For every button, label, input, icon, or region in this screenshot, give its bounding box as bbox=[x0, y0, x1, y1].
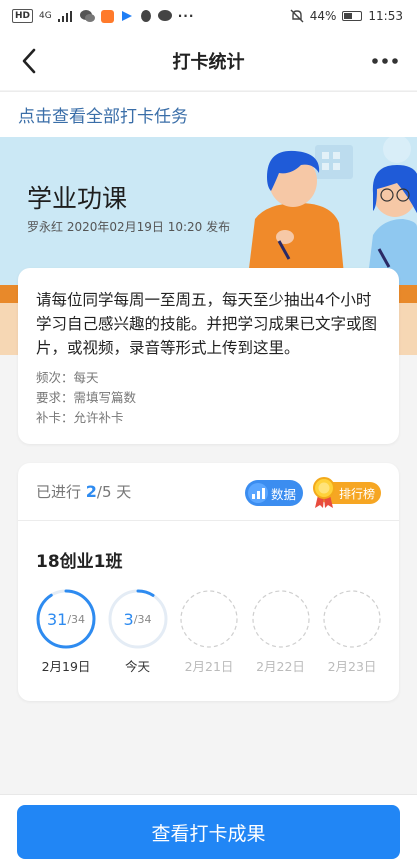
day-count-total: /34 bbox=[67, 612, 86, 626]
task-banner: 学业功课 罗永红 2020年02月19日 10:20 发布 bbox=[0, 137, 417, 285]
day-4[interactable]: 2月22日 bbox=[251, 589, 311, 675]
students-illustration bbox=[247, 137, 417, 285]
page: HD 4G ··· 44% 11:53 打卡统计 点击查看全部打卡任务 学业功课… bbox=[0, 0, 417, 866]
task-description: 请每位同学每周一至周五，每天至少抽出4个小时学习自己感兴趣的技能。并把学习成果已… bbox=[36, 291, 378, 357]
day-date: 2月23日 bbox=[327, 659, 377, 674]
day-1[interactable]: 31/34 2月19日 bbox=[36, 589, 96, 675]
day-date: 2月21日 bbox=[184, 659, 234, 674]
day-count: 31/34 bbox=[36, 589, 96, 649]
day-count: 3/34 bbox=[108, 589, 168, 649]
day-date: 2月22日 bbox=[256, 659, 305, 674]
status-right: 44% 11:53 bbox=[290, 9, 403, 23]
all-tasks-link[interactable]: 点击查看全部打卡任务 bbox=[18, 102, 188, 127]
day-3[interactable]: 2月21日 bbox=[179, 589, 239, 675]
data-button[interactable]: 数据 bbox=[245, 480, 303, 506]
network-indicator: 4G bbox=[39, 10, 52, 21]
progress-summary: 已进行 2/5 天 bbox=[36, 481, 131, 502]
rank-button-label: 排行榜 bbox=[338, 486, 375, 501]
task-title: 学业功课 bbox=[27, 184, 128, 213]
task-requirement: 要求：需填写篇数 bbox=[36, 390, 137, 405]
day-count-value: 31 bbox=[46, 609, 68, 629]
medal-icon bbox=[313, 477, 335, 508]
day-date: 今天 bbox=[124, 659, 150, 674]
day-progress-ring bbox=[251, 590, 310, 648]
more-notifications: ··· bbox=[177, 9, 195, 23]
message-icon bbox=[157, 10, 172, 21]
hd-indicator: HD bbox=[12, 9, 34, 23]
nav-bar: 打卡统计 bbox=[0, 32, 417, 90]
day-2[interactable]: 3/34 今天 bbox=[108, 589, 168, 675]
day-date: 2月19日 bbox=[41, 659, 91, 674]
page-title: 打卡统计 bbox=[172, 52, 245, 73]
signal-icon bbox=[57, 10, 72, 22]
class-name: 18创业1班 bbox=[36, 552, 123, 572]
bottom-bar: 查看打卡成果 bbox=[0, 794, 417, 866]
progress-prefix: 已进行 bbox=[36, 483, 86, 501]
task-makeup: 补卡：允许补卡 bbox=[36, 410, 124, 425]
task-description-card: 请每位同学每周一至周五，每天至少抽出4个小时学习自己感兴趣的技能。并把学习成果已… bbox=[18, 268, 399, 444]
all-tasks-row: 点击查看全部打卡任务 bbox=[0, 91, 417, 137]
progress-header: 已进行 2/5 天 数据 排行榜 bbox=[18, 463, 399, 521]
status-bar: HD 4G ··· 44% 11:53 bbox=[0, 0, 417, 32]
back-button[interactable] bbox=[14, 45, 46, 77]
task-publish-info: 罗永红 2020年02月19日 10:20 发布 bbox=[27, 220, 231, 234]
battery-percent: 44% bbox=[309, 9, 337, 23]
clock: 11:53 bbox=[368, 9, 403, 23]
day-progress-ring bbox=[323, 590, 381, 648]
progress-suffix: /5 天 bbox=[96, 483, 132, 501]
chart-icon bbox=[248, 483, 268, 503]
task-frequency: 频次：每天 bbox=[36, 370, 99, 385]
task-meta: 频次：每天 要求：需填写篇数 补卡：允许补卡 bbox=[36, 368, 381, 428]
app-icon bbox=[121, 11, 132, 21]
battery-icon bbox=[342, 11, 363, 21]
data-button-label: 数据 bbox=[271, 486, 297, 502]
days-row: 31/34 2月19日 3/34 今天 2月21日 2月22日 2月23日 bbox=[36, 589, 381, 679]
app-icon bbox=[100, 9, 114, 23]
day-5[interactable]: 2月23日 bbox=[322, 589, 382, 675]
progress-card: 已进行 2/5 天 数据 排行榜 18创业1班 31/34 2月19日 3/34 今天… bbox=[18, 463, 399, 701]
wechat-icon bbox=[79, 10, 95, 22]
status-left: HD 4G ··· bbox=[12, 9, 194, 23]
more-dots-icon bbox=[372, 58, 398, 64]
mute-icon bbox=[290, 9, 304, 23]
chevron-left-icon bbox=[22, 48, 36, 74]
day-count-total: /34 bbox=[133, 612, 152, 626]
view-results-button[interactable]: 查看打卡成果 bbox=[17, 805, 400, 859]
qq-icon bbox=[140, 9, 151, 22]
progress-done-count: 2 bbox=[85, 482, 97, 501]
day-progress-ring bbox=[180, 590, 238, 648]
day-count-value: 3 bbox=[123, 609, 134, 629]
more-button[interactable] bbox=[369, 46, 401, 76]
